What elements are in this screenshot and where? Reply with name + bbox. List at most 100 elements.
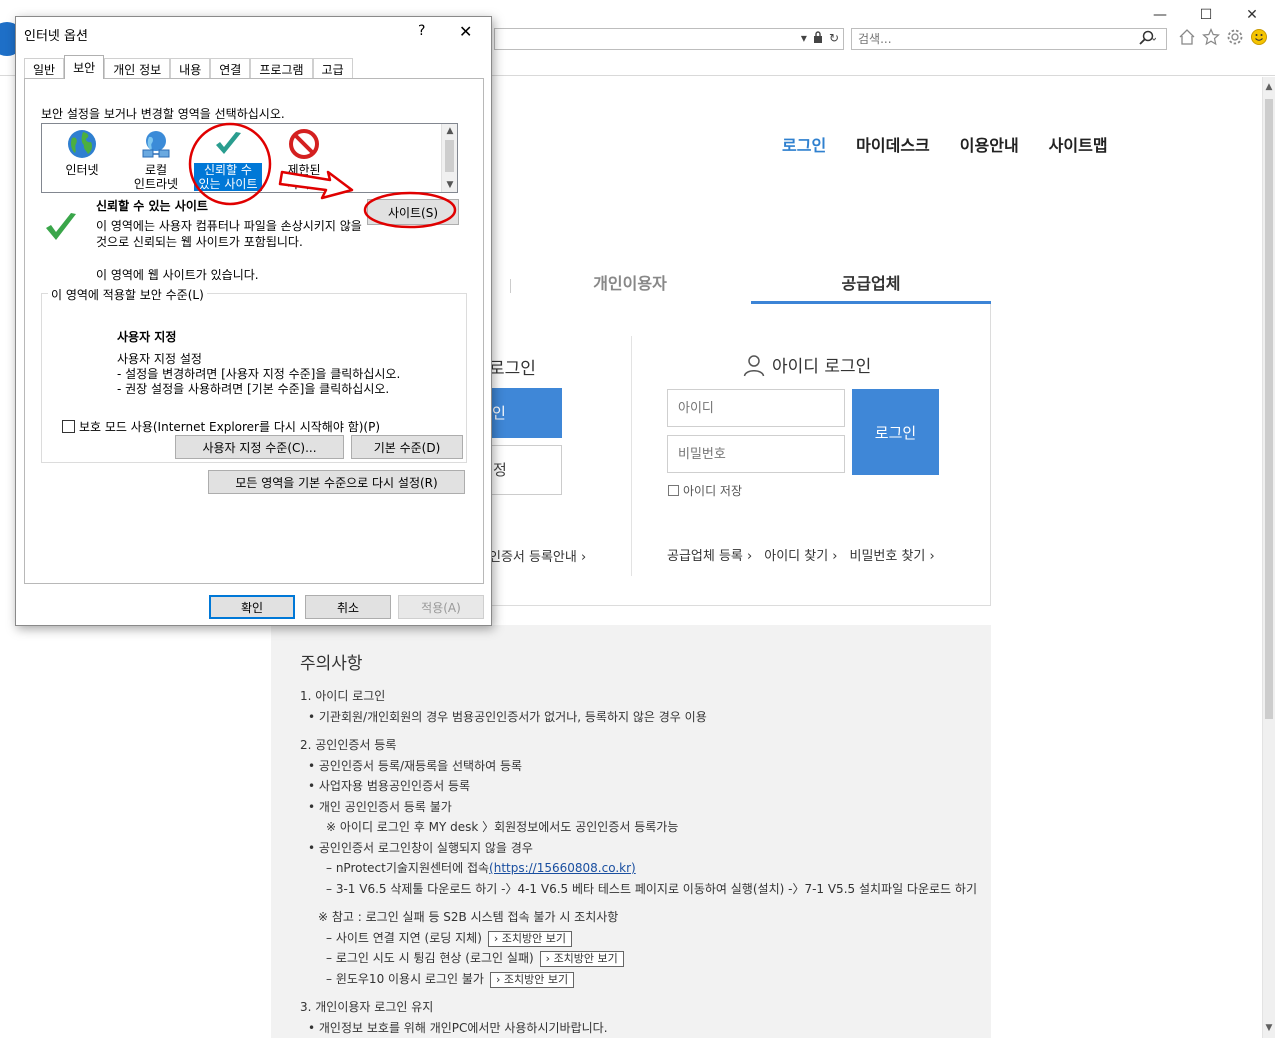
tab-content[interactable]: 내용 [170, 58, 211, 79]
nav-login[interactable]: 로그인 [782, 132, 826, 156]
protected-mode-box[interactable] [62, 420, 75, 433]
default-level-button[interactable]: 기본 수준(D) [351, 435, 463, 459]
selected-zone-description: 이 영역에는 사용자 컴퓨터나 파일을 손상시키지 않을 것으로 신뢰되는 웹 … [96, 219, 362, 249]
zone-trusted-sites[interactable]: 신뢰할 수 있는 사이트 [192, 128, 264, 191]
tab-privacy[interactable]: 개인 정보 [104, 58, 171, 79]
nav-sitemap[interactable]: 사이트맵 [1049, 132, 1108, 156]
save-id-box[interactable] [668, 485, 679, 496]
find-id-link[interactable]: 아이디 찾기 › [764, 545, 837, 564]
dialog-close-button[interactable]: ✕ [459, 22, 472, 41]
close-window-button[interactable]: ✕ [1229, 0, 1275, 30]
notice-s2-item: • 개인 공인인증서 등록 불가 [308, 799, 452, 814]
apply-button: 적용(A) [398, 595, 484, 619]
zone-label: 제한된 [287, 163, 321, 177]
cert-guide-link[interactable]: 인증서 등록안내 › [489, 546, 586, 565]
zone-label-line1: 신뢰할 수 [204, 163, 252, 177]
page-scrollbar[interactable]: ▲ ▼ [1262, 77, 1275, 1038]
zone-scroll-up-icon[interactable]: ▲ [442, 124, 458, 138]
zone-list-scrollbar[interactable]: ▲ ▼ [441, 124, 457, 192]
zone-label: 신뢰할 수 있는 사이트 [194, 163, 262, 191]
global-nav: 로그인 마이데스크 이용안내 사이트맵 [782, 132, 1138, 156]
find-password-link[interactable]: 비밀번호 찾기 › [850, 545, 935, 564]
maximize-button[interactable]: ☐ [1183, 0, 1229, 30]
zone-prompt: 보안 설정을 보거나 변경할 영역을 선택하십시오. [41, 107, 285, 121]
notice-ref-item: – 로그인 시도 시 튕김 현상 (로그인 실패) › 조치방안 보기 [300, 948, 962, 969]
address-bar-icons: ▾ ↻ [801, 31, 839, 46]
notice-s2-item: • 공인인증서 로그인창이 실행되지 않을 경우 [308, 840, 533, 855]
custom-level-button[interactable]: 사용자 지정 수준(C)... [175, 435, 344, 459]
notice-ref-text: – 윈도우10 이용시 로그인 불가 [326, 971, 484, 986]
scroll-down-icon[interactable]: ▼ [1263, 1020, 1275, 1036]
zone-label: 인터넷 [65, 163, 99, 177]
zone-scroll-thumb[interactable] [445, 140, 454, 172]
nav-mydesk[interactable]: 마이데스크 [856, 132, 930, 156]
ok-button[interactable]: 확인 [209, 595, 295, 619]
zone-restricted-sites[interactable]: 제한된 사이트 [268, 128, 340, 191]
help-button[interactable]: ? [418, 23, 425, 39]
save-id-checkbox[interactable]: 아이디 저장 [668, 482, 742, 499]
lock-icon[interactable] [813, 31, 823, 46]
nprotect-link[interactable]: (https://15660808.co.kr) [489, 861, 636, 875]
notice-ref-title: ※ 참고 : 로그인 실패 등 S2B 시스템 접속 불가 시 조치사항 [318, 910, 619, 924]
zone-internet[interactable]: 인터넷 [46, 128, 118, 177]
search-box[interactable] [851, 28, 1167, 50]
tab-advanced[interactable]: 고급 [312, 58, 353, 79]
scroll-up-icon[interactable]: ▲ [1263, 79, 1275, 95]
zone-list: 인터넷 로컬 인트라넷 신뢰할 수 있는 사이트 제한된 사이트 ▲ ▼ [41, 123, 458, 193]
address-bar[interactable]: ▾ ↻ [494, 28, 844, 50]
security-level-group: 이 영역에 적용할 보안 수준(L) 사용자 지정 사용자 지정 설정 - 설정… [41, 286, 467, 463]
zone-label: 사이트 [287, 177, 321, 191]
level-desc-line: - 권장 설정을 사용하려면 [기본 수준]을 클릭하십시오. [117, 382, 390, 396]
reset-all-zones-button[interactable]: 모든 영역을 기본 수준으로 다시 설정(R) [208, 470, 465, 494]
search-input[interactable] [852, 29, 1122, 49]
search-icon[interactable] [1138, 30, 1157, 50]
tab-security[interactable]: 보안 [64, 55, 105, 79]
tab-programs[interactable]: 프로그램 [250, 58, 313, 79]
account-links: 공급업체 등록 › 아이디 찾기 › 비밀번호 찾기 › [667, 545, 935, 564]
notice-s2-sub: – 3-1 V6.5 삭제툴 다운로드 하기 -〉4-1 V6.5 베타 테스트… [326, 881, 977, 896]
password-input[interactable] [667, 435, 845, 473]
minimize-button[interactable]: — [1137, 0, 1183, 30]
cancel-button[interactable]: 취소 [305, 595, 391, 619]
notice-s1-item: • 기관회원/개인회원의 경우 범용공인인증서가 없거나, 등록하지 않은 경우… [308, 709, 707, 724]
cert-register-button[interactable]: 정 [482, 445, 562, 495]
security-level-title: 사용자 지정 [117, 330, 177, 344]
sites-button[interactable]: 사이트(S) [367, 199, 459, 225]
level-desc-line: - 설정을 변경하려면 [사용자 지정 수준]을 클릭하십시오. [117, 367, 401, 381]
solution-button[interactable]: › 조치방안 보기 [489, 971, 575, 988]
cert-login-button[interactable]: 인 [482, 388, 562, 438]
notice-s2-note: ※ 아이디 로그인 후 MY desk 〉회원정보에서도 공인인증서 등록가능 [326, 820, 679, 834]
scroll-thumb[interactable] [1265, 99, 1273, 719]
star-icon[interactable] [1202, 28, 1220, 51]
gear-icon[interactable] [1226, 28, 1244, 51]
home-icon[interactable] [1178, 28, 1196, 51]
notice-s2-sub-text: – nProtect기술지원센터에 접속 [326, 861, 490, 875]
solution-button[interactable]: › 조치방안 보기 [487, 930, 573, 947]
security-panel: 보안 설정을 보거나 변경할 영역을 선택하십시오. 인터넷 로컬 인트라넷 신… [24, 78, 484, 584]
zone-scroll-down-icon[interactable]: ▼ [442, 178, 458, 192]
notice-ref-text: – 사이트 연결 지연 (로딩 지체) [326, 930, 482, 945]
nav-guide[interactable]: 이용안내 [960, 132, 1019, 156]
user-icon [743, 354, 765, 376]
user-type-tabs: 개인이용자 공급업체 [510, 265, 991, 305]
notice-s2-item: • 공인인증서 등록/재등록을 선택하여 등록 [308, 758, 523, 773]
solution-button[interactable]: › 조치방안 보기 [539, 951, 624, 967]
save-id-label: 아이디 저장 [683, 484, 743, 498]
smiley-icon[interactable] [1250, 28, 1268, 51]
refresh-icon[interactable]: ↻ [829, 31, 839, 46]
supplier-register-link[interactable]: 공급업체 등록 › [667, 545, 752, 564]
dialog-tabs: 일반 보안 개인 정보 내용 연결 프로그램 고급 [24, 55, 353, 79]
notice-s3-title: 3. 개인이용자 로그인 유지 [300, 1000, 434, 1014]
login-button[interactable]: 로그인 [852, 389, 939, 475]
notice-s3-item: • 개인정보 보호를 위해 개인PC에서만 사용하시기바랍니다. [308, 1020, 608, 1035]
id-input[interactable] [667, 389, 845, 427]
tab-supplier[interactable]: 공급업체 [751, 265, 991, 305]
security-level-description: 사용자 지정 설정 - 설정을 변경하려면 [사용자 지정 수준]을 클릭하십시… [117, 352, 400, 397]
address-dropdown-icon[interactable]: ▾ [801, 31, 807, 46]
notice-section: 주의사항 1. 아이디 로그인 • 기관회원/개인회원의 경우 범용공인인증서가… [271, 625, 991, 1038]
protected-mode-checkbox[interactable]: 보호 모드 사용(Internet Explorer를 다시 시작해야 함)(P… [62, 418, 380, 435]
tab-connections[interactable]: 연결 [210, 58, 251, 79]
tab-general[interactable]: 일반 [24, 58, 65, 79]
zone-local-intranet[interactable]: 로컬 인트라넷 [120, 128, 192, 191]
tab-personal-user[interactable]: 개인이용자 [510, 265, 750, 305]
